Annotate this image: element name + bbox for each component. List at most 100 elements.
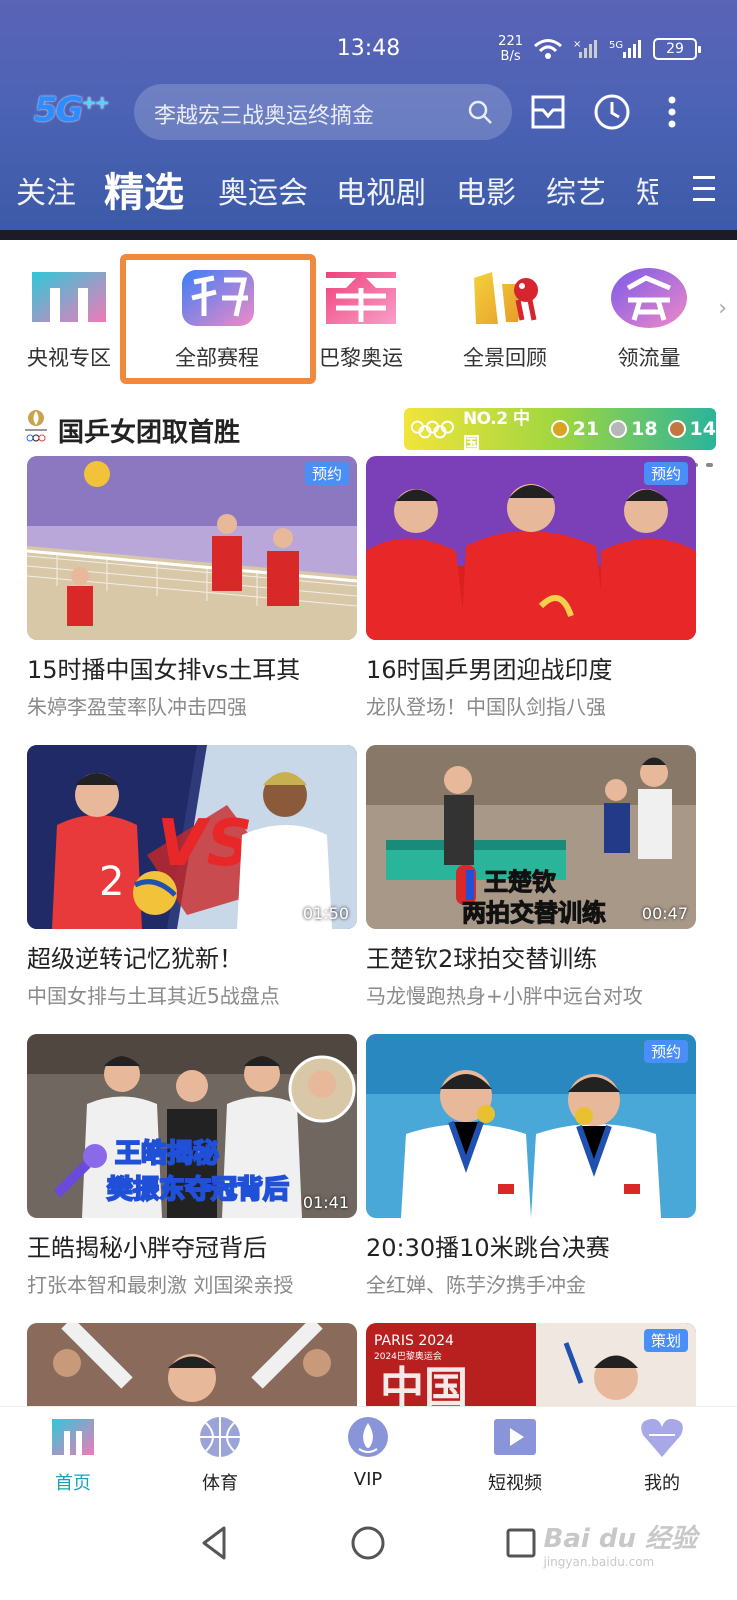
video-thumbnail[interactable]: 王楚钦 两拍交替训练 00:47 xyxy=(366,745,696,929)
video-card[interactable]: 王楚钦 两拍交替训练 00:47 王楚钦2球拍交替训练 马龙慢跑热身+小胖中远台… xyxy=(366,745,696,1009)
shortcut-paris-olympics[interactable]: 巴黎奥运 xyxy=(306,264,416,372)
signal-1-icon: × xyxy=(573,39,597,58)
watermark-subtext: jingyan.baidu.com xyxy=(543,1555,655,1569)
net-speed: 221 B/s xyxy=(498,34,523,64)
nav-home[interactable]: 首页 xyxy=(13,1415,133,1495)
app-logo[interactable]: 5G++ xyxy=(34,90,110,130)
video-thumbnail[interactable]: VS 2 01:50 xyxy=(27,745,357,929)
paris-2024-logo-icon xyxy=(25,410,47,442)
search-input[interactable]: 李越宏三战奥运终摘金 xyxy=(154,98,374,130)
channel-tabs: 关注 精选 奥运会 电视剧 电影 综艺 短 xyxy=(0,160,737,216)
nav-sports[interactable]: 体育 xyxy=(160,1415,280,1495)
video-title[interactable]: 20:30播10米跳台决赛 xyxy=(366,1228,696,1263)
tab-olympics[interactable]: 奥运会 xyxy=(218,168,308,212)
tab-menu-icon[interactable] xyxy=(693,176,715,206)
vs-overlay-text: VS xyxy=(157,807,253,881)
svg-text:2: 2 xyxy=(99,859,124,905)
banner-strip xyxy=(0,230,737,467)
athlete-celebration-image xyxy=(27,1323,357,1406)
section-title[interactable]: 国乒女团取首胜 xyxy=(58,412,240,449)
video-card[interactable]: VS 2 01:50 超级逆转记忆犹新！ 中国女排与土耳其近5战盘点 xyxy=(27,745,357,1009)
recents-square-icon[interactable] xyxy=(496,1518,546,1568)
video-card[interactable]: 预约 15时播中国女排vs土耳其 朱婷李盈莹率队冲击四强 xyxy=(27,456,357,720)
nav-profile[interactable]: 我的 xyxy=(602,1415,722,1495)
gold-count: 21 xyxy=(572,418,600,440)
video-card[interactable] xyxy=(27,1323,357,1406)
sports-icon xyxy=(200,1417,240,1457)
video-card[interactable]: 王皓揭秘 樊振东夺冠背后 01:41 王皓揭秘小胖夺冠背后 打张本智和最刺激 刘… xyxy=(27,1034,357,1298)
search-icon[interactable] xyxy=(466,98,494,126)
video-thumbnail[interactable]: 王皓揭秘 樊振东夺冠背后 01:41 xyxy=(27,1034,357,1218)
video-title[interactable]: 超级逆转记忆犹新！ xyxy=(27,939,357,974)
tab-short[interactable]: 短 xyxy=(636,168,658,212)
video-thumbnail[interactable]: PARIS 2024 2024巴黎奥运会 中国 策划 xyxy=(366,1323,696,1406)
app-header: 13:48 221 B/s × 5G 29 5G++ 李越宏三战奥运终摘金 关注… xyxy=(0,0,737,230)
video-card[interactable]: 预约 20:30播10米跳台决赛 全红婵、陈芋汐携手冲金 xyxy=(366,1034,696,1298)
short-video-icon xyxy=(494,1419,536,1455)
video-title[interactable]: 王楚钦2球拍交替训练 xyxy=(366,939,696,974)
video-title[interactable]: 15时播中国女排vs土耳其 xyxy=(27,650,357,685)
tab-featured[interactable]: 精选 xyxy=(104,160,184,218)
tab-follow[interactable]: 关注 xyxy=(16,168,76,212)
signal-2-icon: 5G xyxy=(609,40,641,58)
chevron-right-icon[interactable]: › xyxy=(718,296,727,321)
medal-tally-bar[interactable]: NO.2 中国 21 18 14 xyxy=(404,408,716,454)
cctv-zone-icon xyxy=(32,272,106,322)
shortcut-label: 央视专区 xyxy=(27,346,111,370)
shortcut-label: 巴黎奥运 xyxy=(319,346,403,370)
home-circle-icon[interactable] xyxy=(343,1518,393,1568)
back-triangle-icon[interactable] xyxy=(190,1518,240,1568)
nav-label: VIP xyxy=(353,1469,383,1490)
nav-short-video[interactable]: 短视频 xyxy=(455,1415,575,1495)
svg-text:×: × xyxy=(573,39,581,50)
overlay-line1: 王皓揭秘 xyxy=(115,1138,219,1169)
nav-label: 首页 xyxy=(55,1473,91,1494)
home-icon xyxy=(52,1419,94,1455)
search-bar[interactable]: 李越宏三战奥运终摘金 xyxy=(134,84,512,140)
china-overlay-text: 中国 xyxy=(380,1363,468,1406)
nav-vip[interactable]: VIP xyxy=(308,1415,428,1490)
silver-medal-icon xyxy=(609,420,628,438)
download-box-icon[interactable] xyxy=(528,92,568,132)
tab-tv-series[interactable]: 电视剧 xyxy=(336,168,426,212)
video-duration: 00:47 xyxy=(641,904,688,923)
bronze-medal-icon xyxy=(667,420,686,438)
nav-label: 我的 xyxy=(644,1473,680,1494)
video-card[interactable]: 预约 16时国乒男团迎战印度 龙队登场！中国队剑指八强 xyxy=(366,456,696,720)
net-speed-value: 221 xyxy=(498,34,523,49)
tab-movies[interactable]: 电影 xyxy=(456,168,516,212)
net-speed-unit: B/s xyxy=(500,49,521,64)
video-title[interactable]: 王皓揭秘小胖夺冠背后 xyxy=(27,1228,357,1263)
shortcut-traffic[interactable]: 领流量 xyxy=(594,264,704,372)
highlight-annotation-box xyxy=(120,254,316,384)
battery-indicator: 29 xyxy=(653,38,701,60)
tab-variety[interactable]: 综艺 xyxy=(546,168,606,212)
reservation-badge: 预约 xyxy=(304,462,349,485)
more-menu-icon[interactable] xyxy=(662,92,682,132)
video-card[interactable]: PARIS 2024 2024巴黎奥运会 中国 策划 xyxy=(366,1323,696,1406)
logo-sup: ++ xyxy=(81,92,110,114)
nav-label: 体育 xyxy=(202,1473,238,1494)
shortcut-review[interactable]: 全景回顾 xyxy=(450,264,560,372)
overlay-line1: 王楚钦 xyxy=(484,868,556,896)
video-thumbnail[interactable]: 预约 xyxy=(27,456,357,640)
history-clock-icon[interactable] xyxy=(592,92,632,132)
video-thumbnail[interactable]: 预约 xyxy=(366,456,696,640)
shortcut-row: 央视专区 全部赛程 巴黎奥运 全景回顾 领流量 xyxy=(0,256,737,376)
overlay-line2: 两拍交替训练 xyxy=(462,899,606,927)
video-thumbnail[interactable]: 预约 xyxy=(366,1034,696,1218)
status-icons: 221 B/s × 5G 29 xyxy=(498,34,701,64)
section-header: 国乒女团取首胜 NO.2 中国 21 18 14 xyxy=(22,408,722,454)
volleyball-vs-image: VS 2 xyxy=(27,745,357,929)
video-thumbnail[interactable] xyxy=(27,1323,357,1406)
shortcut-cctv-zone[interactable]: 央视专区 xyxy=(14,264,124,372)
nav-label: 短视频 xyxy=(488,1473,542,1494)
top-bar: 5G++ 李越宏三战奥运终摘金 xyxy=(0,82,737,142)
gold-medal-icon xyxy=(550,420,569,438)
wang-hao-image: 王皓揭秘 樊振东夺冠背后 xyxy=(27,1034,357,1218)
feature-badge: 策划 xyxy=(643,1329,688,1352)
gold-medal-count: 21 xyxy=(550,418,600,440)
video-title[interactable]: 16时国乒男团迎战印度 xyxy=(366,650,696,685)
wifi-icon xyxy=(534,39,562,59)
video-duration: 01:41 xyxy=(302,1193,349,1212)
